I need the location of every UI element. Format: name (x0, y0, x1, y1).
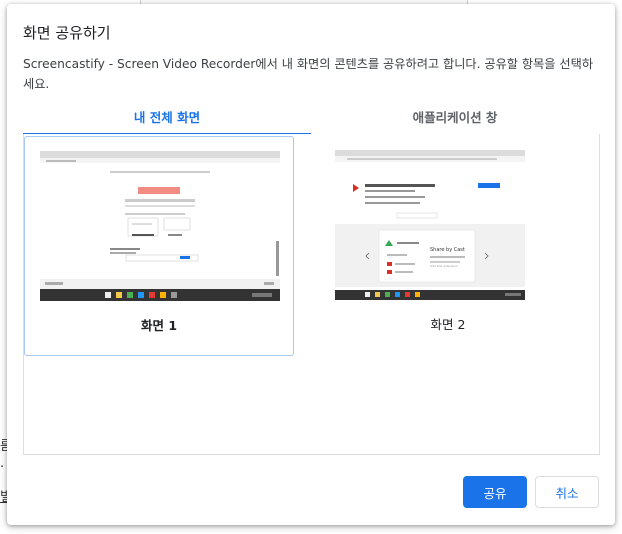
screen-2-preview-subtitle: Add this extension (430, 264, 458, 268)
dialog-title: 화면 공유하기 (23, 24, 111, 42)
screen-2-preview-headline: Share by Cast (430, 247, 465, 253)
dialog-description: Screencastify - Screen Video Recorder에서 … (23, 57, 594, 91)
share-button[interactable]: 공유 (463, 476, 527, 508)
screen-2-preview-image: Share by Cast Add this extension (335, 150, 525, 300)
tab-application-window[interactable]: 애플리케이션 창 (311, 102, 599, 134)
screen-1-label: 화면 1 (140, 318, 178, 333)
screen-2-thumbnail: Share by Cast Add this extension (335, 150, 525, 300)
screen-option-2[interactable]: Share by Cast Add this extension 화면 2 (314, 136, 582, 354)
screen-1-preview-image (40, 151, 280, 301)
screen-1-thumbnail (40, 151, 280, 301)
background-text-fragment: · (0, 460, 5, 475)
screen-list-panel: 화면 1 Share by Cast Add this extension 화면… (23, 134, 600, 455)
source-tabs: 내 전체 화면 애플리케이션 창 (23, 102, 599, 135)
share-screen-dialog: 화면 공유하기 Screencastify - Screen Video Rec… (7, 4, 615, 525)
screen-option-1[interactable]: 화면 1 (24, 136, 294, 356)
tab-entire-screen[interactable]: 내 전체 화면 (23, 102, 311, 135)
screen-2-label: 화면 2 (430, 317, 466, 332)
cancel-button[interactable]: 취소 (535, 476, 599, 508)
